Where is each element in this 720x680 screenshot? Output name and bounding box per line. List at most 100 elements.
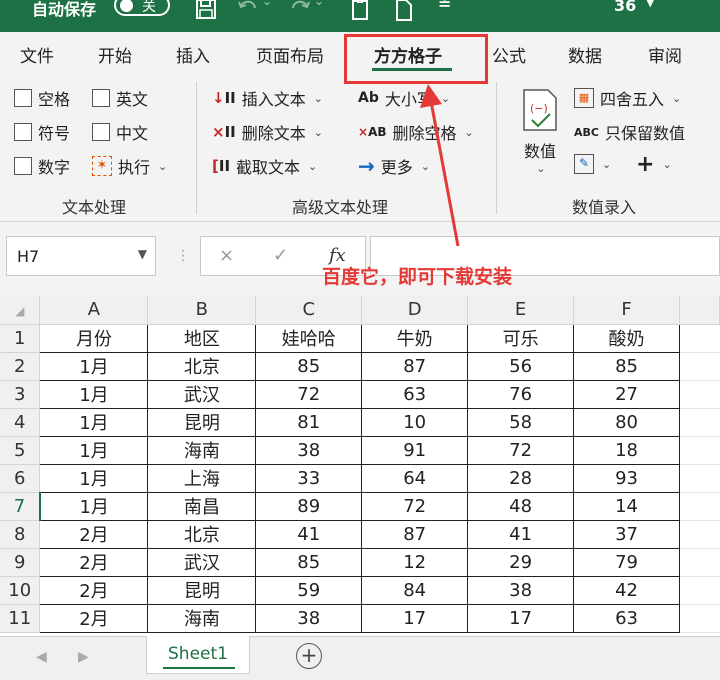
sheet-next-icon[interactable]: ▶ [78,649,89,665]
save-icon[interactable] [194,0,218,22]
more-button[interactable]: → 更多 ⌄ [358,154,430,178]
row-header[interactable]: 5 [0,436,41,465]
cell[interactable]: 59 [255,575,363,605]
column-header-a[interactable]: A [39,296,149,325]
row-header[interactable]: 11 [0,604,41,633]
cell[interactable]: 87 [361,351,469,381]
cell[interactable]: 2月 [39,519,149,549]
cell[interactable]: 56 [467,351,575,381]
cell[interactable]: 酸奶 [573,323,680,353]
cell[interactable]: 可乐 [467,323,575,353]
edit-cell-button[interactable]: ✎ ⌄ [574,154,611,174]
checkbox-space[interactable]: 空格 [14,86,70,110]
tab-formulas[interactable]: 公式 [492,42,526,67]
row-header[interactable]: 6 [0,464,41,493]
cell[interactable]: 85 [255,351,363,381]
cell[interactable]: 昆明 [147,407,257,437]
column-header-f[interactable]: F [573,296,680,325]
cell[interactable]: 娃哈哈 [255,323,363,353]
cell[interactable]: 2月 [39,603,149,633]
cell[interactable]: 33 [255,463,363,493]
cell[interactable]: 84 [361,575,469,605]
empty-cell[interactable] [679,548,720,577]
cell[interactable]: 38 [255,603,363,633]
cell[interactable]: 93 [573,463,680,493]
column-header-g[interactable] [679,296,720,325]
new-document-icon[interactable] [392,0,416,22]
cell[interactable]: 76 [467,379,575,409]
row-header[interactable]: 1 [0,324,41,353]
cell[interactable]: 48 [467,491,575,521]
cell[interactable]: 1月 [39,491,149,521]
cell[interactable]: 87 [361,519,469,549]
cell[interactable]: 地区 [147,323,257,353]
cell[interactable]: 1月 [39,351,149,381]
column-header-c[interactable]: C [255,296,363,325]
cell[interactable]: 武汉 [147,547,257,577]
row-header[interactable]: 10 [0,576,41,605]
keep-value-button[interactable]: ABC 只保留数值 [574,120,685,144]
row-header[interactable]: 9 [0,548,41,577]
empty-cell[interactable] [679,324,720,353]
tab-home[interactable]: 开始 [98,42,132,67]
row-header[interactable]: 4 [0,408,41,437]
empty-cell[interactable] [679,520,720,549]
tab-page-layout[interactable]: 页面布局 [256,42,324,67]
row-header[interactable]: 2 [0,352,41,381]
cell[interactable]: 南昌 [147,491,257,521]
empty-cell[interactable] [679,352,720,381]
cell[interactable]: 武汉 [147,379,257,409]
cell[interactable]: 17 [467,603,575,633]
cell[interactable]: 38 [255,435,363,465]
cell[interactable]: 63 [573,603,680,633]
redo-dropdown-icon[interactable]: ⌄ [314,0,324,8]
checkbox-number[interactable]: 数字 [14,154,70,178]
column-header-b[interactable]: B [147,296,257,325]
delete-text-button[interactable]: ×II 删除文本 ⌄ [212,120,323,144]
cell[interactable]: 58 [467,407,575,437]
empty-cell[interactable] [679,380,720,409]
cell[interactable]: 72 [467,435,575,465]
case-button[interactable]: Ab 大小写 ⌄ [358,86,450,110]
select-all-corner[interactable]: ◢ [0,296,41,325]
undo-icon[interactable] [236,0,260,20]
cell[interactable]: 64 [361,463,469,493]
row-header[interactable]: 8 [0,520,41,549]
tab-review[interactable]: 审阅 [648,42,682,67]
cancel-icon[interactable]: × [219,245,234,266]
cell[interactable]: 91 [361,435,469,465]
redo-icon[interactable] [288,0,312,20]
cell[interactable]: 2月 [39,575,149,605]
empty-cell[interactable] [679,464,720,493]
zoom-dropdown-icon[interactable]: ▼ [646,0,654,9]
row-header[interactable]: 3 [0,380,41,409]
insert-text-button[interactable]: ↓II 插入文本 ⌄ [212,86,323,110]
empty-cell[interactable] [679,604,720,633]
row-header[interactable]: 7 [0,492,41,521]
add-sheet-icon[interactable]: + [296,643,322,669]
cell[interactable]: 1月 [39,379,149,409]
tab-data[interactable]: 数据 [568,42,602,67]
checkbox-english[interactable]: 英文 [92,86,148,110]
undo-dropdown-icon[interactable]: ⌄ [262,0,272,8]
cell[interactable]: 81 [255,407,363,437]
tab-insert[interactable]: 插入 [176,42,210,67]
tab-file[interactable]: 文件 [20,42,54,67]
cell[interactable]: 63 [361,379,469,409]
delete-space-button[interactable]: ×AB 删除空格 ⌄ [358,120,474,144]
empty-cell[interactable] [679,436,720,465]
autosave-toggle[interactable]: 关 [114,0,170,16]
cell[interactable]: 42 [573,575,680,605]
cell[interactable]: 85 [573,351,680,381]
sheet-prev-icon[interactable]: ◀ [36,649,47,665]
extract-text-button[interactable]: [II 截取文本 ⌄ [212,154,317,178]
cell[interactable]: 牛奶 [361,323,469,353]
checkbox-symbol[interactable]: 符号 [14,120,70,144]
cell[interactable]: 85 [255,547,363,577]
column-header-e[interactable]: E [467,296,575,325]
cell[interactable]: 37 [573,519,680,549]
cell[interactable]: 2月 [39,547,149,577]
cell[interactable]: 14 [573,491,680,521]
value-button[interactable]: (−) 数值 ⌄ [516,88,564,175]
empty-cell[interactable] [679,576,720,605]
